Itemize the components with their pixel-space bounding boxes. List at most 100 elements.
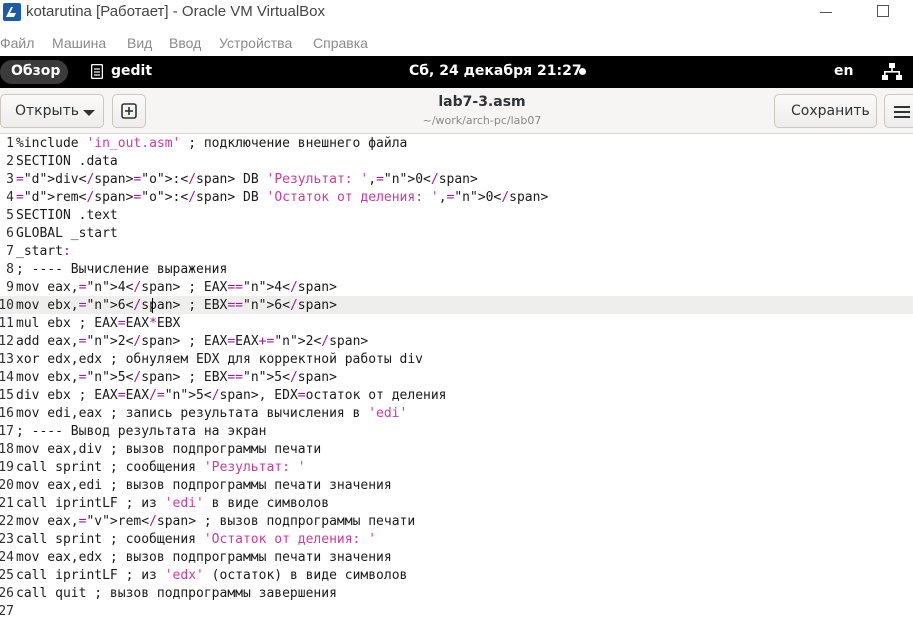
code-line[interactable]: 15 div ebx ; EAX=EAX/="n">5</span>, EDX=о…: [0, 387, 913, 405]
code-text[interactable]: mov ebx,="n">5</span> ; EBX=="n">5</span…: [16, 369, 337, 387]
line-number: 8: [6, 262, 14, 277]
activities-button[interactable]: Обзор: [0, 60, 68, 84]
code-text[interactable]: mov eax,="n">4</span> ; EAX=="n">4</span…: [16, 279, 337, 297]
keyboard-layout-indicator[interactable]: en: [834, 63, 853, 79]
line-number: 13: [0, 352, 14, 367]
maximize-icon[interactable]: [877, 5, 889, 17]
code-text[interactable]: call sprint ; сообщения 'Остаток от деле…: [16, 531, 376, 549]
line-number: 6: [6, 226, 14, 241]
app-menu-label[interactable]: gedit: [111, 63, 152, 79]
code-line[interactable]: 14 mov ebx,="n">5</span> ; EBX=="n">5</sp…: [0, 369, 913, 387]
line-number: 14: [0, 370, 14, 385]
activities-label: Обзор: [11, 63, 61, 79]
code-line[interactable]: 6 GLOBAL _start: [0, 225, 913, 243]
code-text[interactable]: _start:: [16, 243, 71, 261]
menu-input[interactable]: Ввод: [169, 35, 201, 51]
code-line[interactable]: 23 call sprint ; сообщения 'Остаток от де…: [0, 531, 913, 549]
line-number: 11: [0, 316, 14, 331]
virtualbox-menu-bar: Файл Машина Вид Ввод Устройства Справка: [0, 32, 913, 56]
code-line[interactable]: 11 mul ebx ; EAX=EAX*EBX: [0, 315, 913, 333]
network-icon[interactable]: [882, 63, 902, 81]
document-title: lab7-3.asm: [438, 94, 526, 110]
code-text[interactable]: mov eax,="v">rem</span> ; вызов подпрогр…: [16, 513, 415, 531]
code-text[interactable]: ="d">div</span>="o">:</span> DB 'Результ…: [16, 171, 478, 189]
text-editor[interactable]: 1 %include 'in_out.asm' ; подключение вне…: [0, 134, 913, 642]
code-line[interactable]: 22 mov eax,="v">rem</span> ; вызов подпро…: [0, 513, 913, 531]
code-line[interactable]: 19 call sprint ; сообщения 'Результат: ': [0, 459, 913, 477]
new-document-button[interactable]: [112, 94, 146, 128]
code-text[interactable]: div ebx ; EAX=EAX/="n">5</span>, EDX=ост…: [16, 387, 447, 405]
line-number: 12: [0, 334, 14, 349]
code-line[interactable]: 2 SECTION .data: [0, 153, 913, 171]
code-line[interactable]: 13 xor edx,edx ; обнуляем EDX для коррект…: [0, 351, 913, 369]
code-line[interactable]: 7 _start:: [0, 243, 913, 261]
code-line[interactable]: 1 %include 'in_out.asm' ; подключение вне…: [0, 135, 913, 153]
code-text[interactable]: call iprintLF ; из 'edi' в виде символов: [16, 495, 329, 513]
line-number: 25: [0, 568, 14, 583]
code-line[interactable]: 24 mov eax,edx ; вызов подпрограммы печат…: [0, 549, 913, 567]
code-text[interactable]: xor edx,edx ; обнуляем EDX для корректно…: [16, 351, 423, 369]
document-path: ~/work/arch-pc/lab07: [422, 114, 542, 127]
code-text[interactable]: mov ebx,="n">6</span> ; EBX=="n">6</span…: [16, 297, 337, 315]
line-number: 18: [0, 442, 14, 457]
code-text[interactable]: mul ebx ; EAX=EAX*EBX: [16, 315, 180, 333]
code-line[interactable]: 26 call quit ; вызов подпрограммы заверше…: [0, 585, 913, 603]
code-text[interactable]: ; ---- Вывод результата на экран: [16, 423, 266, 441]
open-button[interactable]: Открыть: [0, 94, 104, 128]
line-number: 7: [6, 244, 14, 259]
code-text[interactable]: call sprint ; сообщения 'Результат: ': [16, 459, 306, 477]
code-text[interactable]: SECTION .text: [16, 207, 118, 225]
code-text[interactable]: ="d">rem</span>="o">:</span> DB 'Остаток…: [16, 189, 548, 207]
code-line[interactable]: 5 SECTION .text: [0, 207, 913, 225]
code-text[interactable]: ; ---- Вычисление выражения: [16, 261, 227, 279]
code-text[interactable]: call iprintLF ; из 'edx' (остаток) в вид…: [16, 567, 407, 585]
menu-machine[interactable]: Машина: [52, 35, 106, 51]
line-number: 27: [0, 604, 14, 619]
code-line[interactable]: 12 add eax,="n">2</span> ; EAX=EAX+="n">2…: [0, 333, 913, 351]
menu-help[interactable]: Справка: [313, 35, 368, 51]
line-number: 19: [0, 460, 14, 475]
code-text[interactable]: SECTION .data: [16, 153, 118, 171]
code-line[interactable]: 8; ---- Вычисление выражения: [0, 261, 913, 279]
code-line[interactable]: 25 call iprintLF ; из 'edx' (остаток) в в…: [0, 567, 913, 585]
code-line[interactable]: 9 mov eax,="n">4</span> ; EAX=="n">4</spa…: [0, 279, 913, 297]
hamburger-icon: [894, 106, 910, 118]
code-text[interactable]: mov eax,edx ; вызов подпрограммы печати …: [16, 549, 392, 567]
code-line[interactable]: 27: [0, 603, 913, 621]
code-line[interactable]: 16 mov edi,eax ; запись результата вычисл…: [0, 405, 913, 423]
code-text[interactable]: add eax,="n">2</span> ; EAX=EAX+="n">2</…: [16, 333, 368, 351]
line-number: 1: [6, 136, 14, 151]
minimize-icon[interactable]: [820, 12, 832, 13]
menu-view[interactable]: Вид: [127, 35, 152, 51]
code-text[interactable]: mov eax,div ; вызов подпрограммы печати: [16, 441, 321, 459]
code-line[interactable]: 21 call iprintLF ; из 'edi' в виде символ…: [0, 495, 913, 513]
save-button-label: Сохранить: [791, 103, 870, 119]
code-text[interactable]: mov eax,edi ; вызов подпрограммы печати …: [16, 477, 392, 495]
save-button[interactable]: Сохранить: [774, 94, 877, 128]
code-line[interactable]: 20 mov eax,edi ; вызов подпрограммы печат…: [0, 477, 913, 495]
text-cursor: [152, 298, 153, 313]
line-number: 16: [0, 406, 14, 421]
dropdown-arrow-icon: [83, 110, 95, 116]
line-number: 5: [6, 208, 14, 223]
menu-file[interactable]: Файл: [0, 35, 34, 51]
code-line[interactable]: 10 mov ebx,="n">6</span> ; EBX=="n">6</sp…: [0, 297, 913, 315]
line-number: 20: [0, 478, 14, 493]
code-text[interactable]: GLOBAL _start: [16, 225, 118, 243]
code-line[interactable]: 18 mov eax,div ; вызов подпрограммы печат…: [0, 441, 913, 459]
menu-devices[interactable]: Устройства: [219, 35, 292, 51]
code-line[interactable]: 3 ="d">div</span>="o">:</span> DB 'Резуль…: [0, 171, 913, 189]
line-number: 4: [6, 190, 14, 205]
code-line[interactable]: 4 ="d">rem</span>="o">:</span> DB 'Остато…: [0, 189, 913, 207]
gnome-top-bar: Обзор gedit Сб, 24 декабря 21:27 en: [0, 56, 913, 88]
hamburger-menu-button[interactable]: [884, 94, 913, 128]
code-text[interactable]: call quit ; вызов подпрограммы завершени…: [16, 585, 337, 603]
virtualbox-logo-icon: [3, 3, 21, 21]
code-text[interactable]: mov edi,eax ; запись результата вычислен…: [16, 405, 407, 423]
open-button-label: Открыть: [15, 103, 79, 119]
clock[interactable]: Сб, 24 декабря 21:27: [409, 63, 582, 79]
code-line[interactable]: 17; ---- Вывод результата на экран: [0, 423, 913, 441]
code-text[interactable]: %include 'in_out.asm' ; подключение внеш…: [16, 135, 407, 153]
window-title: kotarutina [Работает] - Oracle VM Virtua…: [26, 3, 326, 20]
line-number: 26: [0, 586, 14, 601]
